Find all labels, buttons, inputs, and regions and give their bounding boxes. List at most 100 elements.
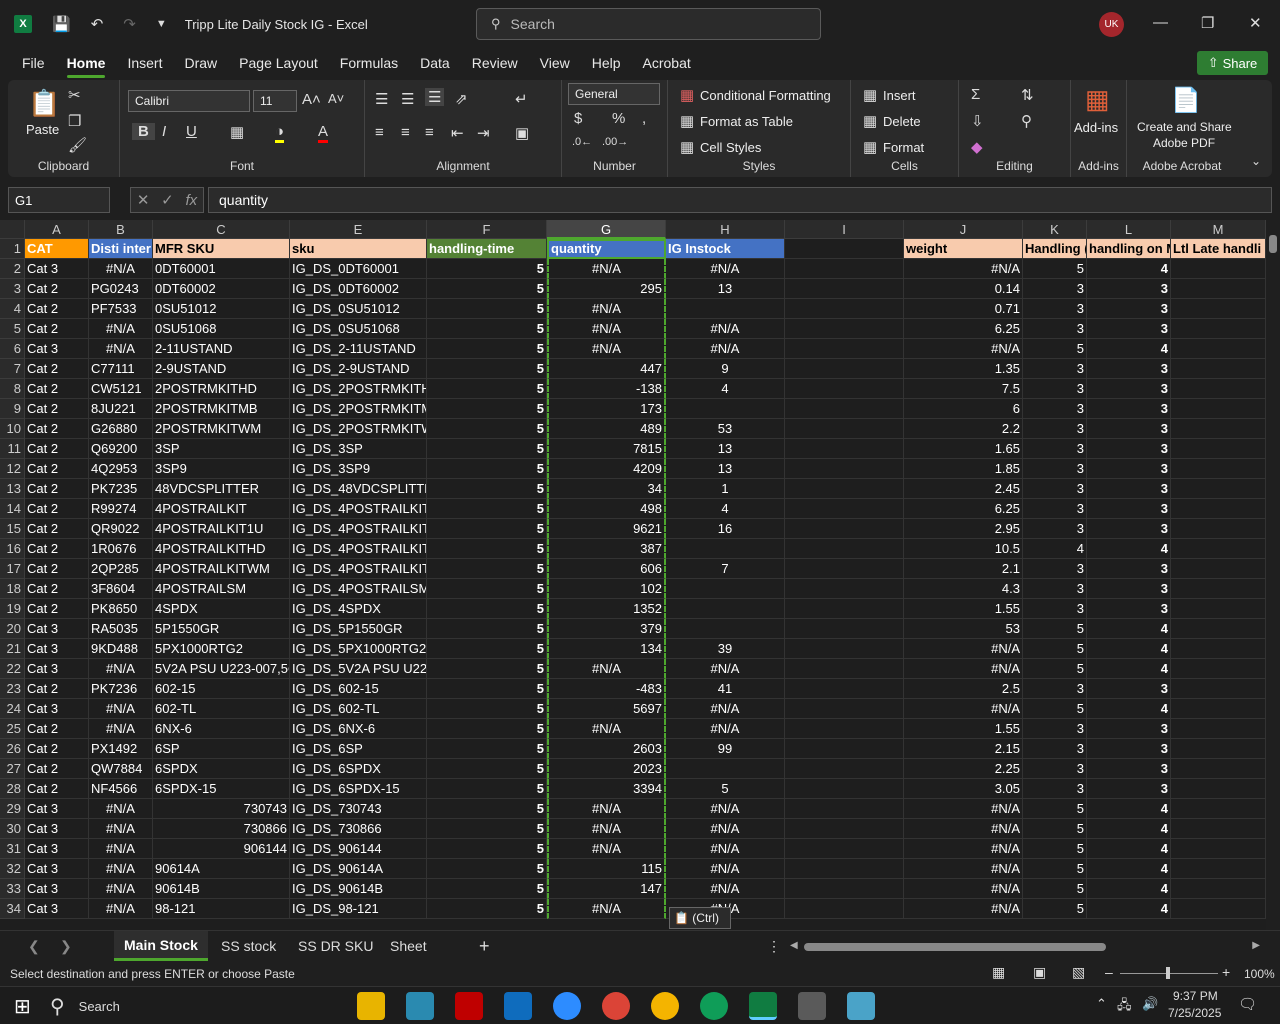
cell[interactable]: IG_DS_0DT60001 — [290, 259, 427, 279]
cell[interactable]: Cat 2 — [25, 579, 89, 599]
cell[interactable]: 5 — [427, 799, 547, 819]
cell[interactable]: 5PX1000RTG2 — [153, 639, 290, 659]
cell[interactable]: 4POSTRAILSM — [153, 579, 290, 599]
row-header[interactable]: 4 — [0, 299, 25, 319]
cell[interactable]: 3 — [1087, 579, 1171, 599]
cell[interactable] — [1171, 819, 1266, 839]
cell[interactable]: 387 — [547, 539, 666, 559]
underline-icon[interactable]: U — [186, 123, 197, 140]
cell[interactable]: IG_DS_0SU51068 — [290, 319, 427, 339]
outlook-icon[interactable] — [504, 992, 532, 1020]
cell[interactable]: 5 — [1023, 699, 1087, 719]
autosum-icon[interactable]: Σ — [971, 86, 980, 103]
comma-icon[interactable]: , — [642, 110, 646, 127]
fill-color-icon[interactable]: ◑ — [275, 123, 285, 143]
page-layout-view-icon[interactable]: ▣ — [1033, 964, 1046, 981]
spreadsheet-grid[interactable]: A B C E F G H I J K L M 1 CAT Disti inter MFR SKU sku han… — [0, 220, 1266, 930]
row-header[interactable]: 15 — [0, 519, 25, 539]
cell[interactable]: 3 — [1087, 759, 1171, 779]
sheet-tab-main-stock[interactable]: Main Stock — [114, 931, 208, 961]
font-size-select[interactable]: 11 — [253, 90, 297, 112]
cell[interactable]: 10.5 — [904, 539, 1023, 559]
cell[interactable] — [1171, 339, 1266, 359]
cell[interactable] — [785, 619, 904, 639]
cell[interactable]: #N/A — [666, 259, 785, 279]
bold-icon[interactable]: B — [132, 123, 155, 140]
cell[interactable]: 3 — [1023, 719, 1087, 739]
cell[interactable]: 5 — [427, 599, 547, 619]
cell[interactable]: 0DT60002 — [153, 279, 290, 299]
header-cell[interactable]: quantity — [547, 239, 666, 259]
sheet-tab-ss-dr-sku[interactable]: SS DR SKU — [298, 931, 373, 961]
cell[interactable] — [785, 399, 904, 419]
page-break-view-icon[interactable]: ▧ — [1072, 964, 1085, 981]
row-header[interactable]: 29 — [0, 799, 25, 819]
cell[interactable] — [785, 259, 904, 279]
cell[interactable]: 5 — [427, 679, 547, 699]
cell[interactable]: #N/A — [89, 659, 153, 679]
cell[interactable]: 606 — [547, 559, 666, 579]
format-cells-button[interactable]: Format — [883, 140, 924, 155]
cell[interactable]: Cat 2 — [25, 679, 89, 699]
zoom-level[interactable]: 100% — [1244, 967, 1275, 981]
cell[interactable]: #N/A — [547, 339, 666, 359]
insert-function-icon[interactable]: fx — [185, 192, 197, 209]
cell[interactable] — [1171, 899, 1266, 919]
sheet-tab-sheet[interactable]: Sheet — [390, 931, 427, 961]
header-cell[interactable]: handling-time — [427, 239, 547, 259]
cell[interactable]: #N/A — [904, 799, 1023, 819]
copy-icon[interactable]: ❐ — [68, 112, 81, 130]
cell[interactable]: 4 — [666, 499, 785, 519]
cell[interactable] — [1171, 599, 1266, 619]
cell[interactable]: 0SU51068 — [153, 319, 290, 339]
shrink-font-icon[interactable]: A˅ — [328, 91, 344, 106]
cell[interactable]: IG_DS_5P1550GR — [290, 619, 427, 639]
cell[interactable]: 4 — [1087, 259, 1171, 279]
cell[interactable]: 3 — [1087, 379, 1171, 399]
app-icon[interactable] — [406, 992, 434, 1020]
cell[interactable]: 5 — [427, 859, 547, 879]
horizontal-scrollbar[interactable]: ◀ ▶ — [790, 940, 1260, 954]
cell[interactable]: 3 — [1023, 779, 1087, 799]
cell[interactable] — [785, 519, 904, 539]
zoom-out-icon[interactable]: – — [1105, 964, 1113, 980]
cell[interactable]: IG_DS_4SPDX — [290, 599, 427, 619]
select-all-corner[interactable] — [0, 220, 25, 239]
cell[interactable]: 2.1 — [904, 559, 1023, 579]
increase-indent-icon[interactable]: ⇥ — [477, 124, 490, 142]
row-header[interactable]: 13 — [0, 479, 25, 499]
cell[interactable]: 498 — [547, 499, 666, 519]
header-cell[interactable] — [785, 239, 904, 259]
cell[interactable]: #N/A — [547, 299, 666, 319]
cell[interactable]: 5 — [427, 399, 547, 419]
column-header-h[interactable]: H — [666, 220, 785, 239]
cell[interactable]: 5 — [427, 479, 547, 499]
cell[interactable]: Cat 3 — [25, 259, 89, 279]
cell[interactable]: 3 — [1087, 559, 1171, 579]
cell[interactable]: #N/A — [666, 859, 785, 879]
cell[interactable] — [785, 339, 904, 359]
sheet-tab-ss-stock[interactable]: SS stock — [221, 931, 276, 961]
cell[interactable]: 3 — [1023, 739, 1087, 759]
cell[interactable]: 4SPDX — [153, 599, 290, 619]
cell[interactable]: #N/A — [904, 819, 1023, 839]
cell[interactable]: 295 — [547, 279, 666, 299]
vertical-scrollbar[interactable] — [1266, 220, 1280, 930]
cell[interactable]: 3 — [1023, 759, 1087, 779]
cell[interactable]: #N/A — [547, 659, 666, 679]
cell[interactable]: #N/A — [89, 339, 153, 359]
cell[interactable]: 5 — [427, 619, 547, 639]
cell[interactable]: 5 — [427, 759, 547, 779]
align-center-icon[interactable]: ≡ — [401, 124, 410, 141]
format-as-table-button[interactable]: Format as Table — [700, 114, 793, 129]
cell[interactable] — [785, 679, 904, 699]
cell[interactable]: 4Q2953 — [89, 459, 153, 479]
formula-input[interactable]: quantity — [208, 187, 1272, 213]
cell[interactable]: 3 — [1087, 279, 1171, 299]
cell[interactable]: 4 — [1087, 839, 1171, 859]
cell[interactable]: 906144 — [153, 839, 290, 859]
cell[interactable]: 2-11USTAND — [153, 339, 290, 359]
cell[interactable]: Cat 2 — [25, 359, 89, 379]
align-middle-icon[interactable]: ☰ — [401, 90, 414, 108]
cell[interactable]: #N/A — [666, 799, 785, 819]
